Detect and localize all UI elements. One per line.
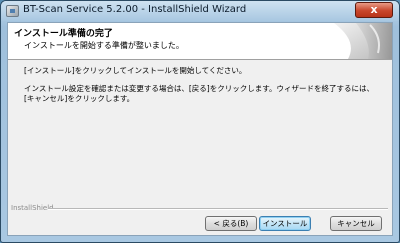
page-title: インストール準備の完了 (14, 29, 113, 39)
wizard-client-area: インストール準備の完了 インストールを開始する準備が整いました。 [インストール… (7, 22, 393, 236)
installer-window: BT-Scan Service 5.2.00 - InstallShield W… (0, 0, 400, 243)
close-button[interactable]: x (355, 2, 393, 18)
instruction-text: [インストール]をクリックしてインストールを開始してください。 (24, 66, 247, 75)
installer-app-icon (6, 5, 19, 17)
back-button[interactable]: < 戻る(B) (205, 216, 257, 231)
page-subtitle: インストールを開始する準備が整いました。 (24, 41, 184, 50)
description-text: インストール設定を確認または変更する場合は、[戻る]をクリックします。ウィザード… (24, 84, 374, 103)
title-bar[interactable]: BT-Scan Service 5.2.00 - InstallShield W… (1, 1, 399, 21)
wizard-header: インストール準備の完了 インストールを開始する準備が整いました。 (8, 23, 392, 60)
installer-graphic-icon (334, 23, 392, 59)
footer-divider (48, 208, 388, 210)
window-title: BT-Scan Service 5.2.00 - InstallShield W… (23, 4, 247, 15)
install-button[interactable]: インストール (259, 216, 311, 231)
cancel-button[interactable]: キャンセル (330, 216, 382, 231)
